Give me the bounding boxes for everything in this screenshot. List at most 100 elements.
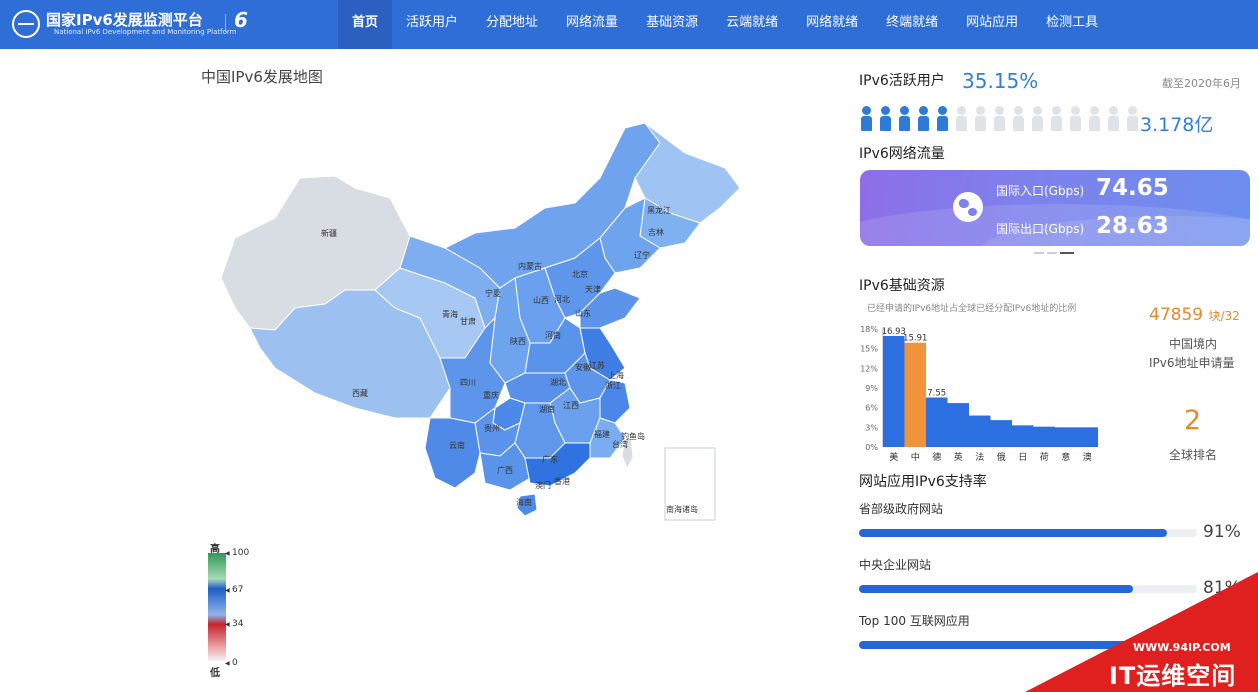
map-label: 广西 (497, 466, 513, 475)
platform-logo[interactable]: 国家IPv6发展监测平台 National IPv6 Development a… (12, 6, 302, 44)
map-label: 河南 (545, 331, 561, 340)
x-category-label: 英 (954, 451, 963, 463)
map-label: 西藏 (352, 389, 368, 398)
traffic-card[interactable]: 国际入口(Gbps) 74.65 国际出口(Gbps) 28.63 (860, 170, 1250, 246)
active-users-count: 3.178亿 (1140, 114, 1214, 136)
nav-item-3[interactable]: 网络流量 (552, 0, 632, 49)
active-users-title: IPv6活跃用户 (859, 73, 945, 89)
bar-data-label: 15.91 (903, 334, 927, 344)
watermark-brand: IT运维空间 (1109, 662, 1237, 690)
support-progress-bar (859, 529, 1197, 537)
bar-9[interactable] (1076, 427, 1099, 447)
map-label: 湖南 (539, 405, 555, 414)
carousel-dot[interactable] (1034, 252, 1044, 254)
legend-tick-0: 0 (225, 658, 237, 668)
y-tick-label: 12% (860, 364, 878, 373)
bar-6[interactable] (1012, 425, 1034, 447)
x-category-label: 意 (1061, 451, 1070, 463)
nav-item-5[interactable]: 云端就绪 (712, 0, 792, 49)
map-label: 陕西 (510, 337, 526, 346)
bar-5[interactable] (990, 420, 1013, 447)
address-count: 47859 (1149, 305, 1204, 325)
map-label: 宁夏 (485, 289, 501, 298)
x-category-label: 澳 (1083, 451, 1092, 463)
logo-icon (12, 10, 40, 38)
globe-icon (953, 192, 983, 222)
x-category-label: 美 (889, 451, 898, 463)
map-label: 钓鱼岛 (621, 432, 645, 441)
person-icon (1030, 106, 1045, 132)
person-icon (1087, 106, 1102, 132)
nav-item-4[interactable]: 基础资源 (632, 0, 712, 49)
map-label: 贵州 (484, 424, 500, 433)
person-icon (973, 106, 988, 132)
map-legend: 高 100 67 34 0 低 (205, 540, 265, 680)
site-category-label: Top 100 互联网应用 (859, 614, 970, 628)
x-category-label: 俄 (997, 451, 1006, 463)
resources-title: IPv6基础资源 (859, 278, 945, 294)
y-tick-label: 6% (865, 404, 878, 413)
map-label: 浙江 (605, 381, 621, 390)
x-category-label: 中 (911, 451, 920, 463)
y-tick-label: 18% (860, 325, 878, 334)
carousel-dot-active[interactable] (1060, 252, 1074, 254)
active-users-icons (859, 106, 1140, 132)
bar-3[interactable] (947, 403, 970, 447)
legend-low-label: 低 (210, 668, 220, 679)
nav-item-8[interactable]: 网站应用 (952, 0, 1032, 49)
x-category-label: 德 (932, 451, 941, 463)
inbound-label: 国际入口(Gbps) (996, 184, 1085, 198)
person-icon (897, 106, 912, 132)
address-unit: 块/32 (1208, 309, 1240, 323)
map-label: 青海 (442, 310, 458, 319)
legend-color-scale (208, 553, 226, 661)
y-tick-label: 3% (865, 423, 878, 432)
china-map[interactable]: 新疆 西藏 青海 甘肃 宁夏 内蒙古 黑龙江 吉林 辽宁 北京 天津 河北 山西 陕西 山东 河南 江苏 上海 安徽… (215, 118, 745, 533)
map-label: 安徽 (575, 363, 591, 372)
nav-item-2[interactable]: 分配地址 (472, 0, 552, 49)
x-category-label: 日 (1018, 452, 1027, 463)
nav-item-7[interactable]: 终端就绪 (872, 0, 952, 49)
map-label: 河北 (554, 295, 570, 304)
person-icon (878, 106, 893, 132)
active-users-percent: 35.15% (962, 69, 1039, 93)
logo-subtitle: National IPv6 Development and Monitoring… (54, 28, 237, 36)
outbound-value: 28.63 (1096, 213, 1169, 239)
carousel-dots[interactable] (1034, 252, 1074, 254)
inbound-value: 74.65 (1096, 175, 1169, 201)
y-tick-label: 9% (865, 384, 878, 393)
global-rank-label: 全球排名 (1169, 448, 1218, 462)
watermark: WWW.94IP.COM IT运维空间 (1025, 572, 1258, 692)
bar-4[interactable] (969, 415, 991, 447)
bar-1[interactable] (904, 342, 927, 447)
person-icon (1068, 106, 1083, 132)
map-label: 澳门 (535, 481, 551, 490)
nav-item-0[interactable]: 首页 (338, 0, 393, 49)
nav-item-1[interactable]: 活跃用户 (392, 0, 472, 49)
region-yunnan (424, 417, 481, 489)
map-label: 海南 (516, 498, 532, 507)
map-label: 黑龙江 (647, 206, 671, 215)
map-label: 山西 (533, 296, 549, 305)
bar-0[interactable] (883, 336, 905, 447)
main-nav: 首页 活跃用户 分配地址 网络流量 基础资源 云端就绪 网络就绪 终端就绪 网站应用 检测工具 (338, 0, 1112, 49)
global-rank: 2 (1184, 405, 1202, 436)
map-label: 辽宁 (634, 251, 650, 260)
person-icon (1106, 106, 1121, 132)
carousel-dot[interactable] (1047, 252, 1057, 254)
nav-item-9[interactable]: 检测工具 (1032, 0, 1112, 49)
bar-7[interactable] (1033, 426, 1056, 447)
bar-2[interactable] (926, 397, 948, 447)
map-label: 吉林 (648, 228, 664, 237)
map-title: 中国IPv6发展地图 (201, 68, 323, 86)
person-icon (1049, 106, 1064, 132)
person-icon (859, 106, 874, 132)
bar-data-label: 7.55 (927, 389, 946, 399)
legend-tick-67: 67 (225, 585, 244, 595)
x-category-label: 荷 (1040, 452, 1049, 463)
legend-tick-100: 100 (225, 548, 249, 558)
nav-item-6[interactable]: 网络就绪 (792, 0, 872, 49)
bar-8[interactable] (1055, 427, 1077, 447)
person-icon (916, 106, 931, 132)
address-share-bar-chart: 0%3%6%9%12%15%18%美中德英法俄日荷意澳16.9315.917.5… (860, 325, 1099, 463)
